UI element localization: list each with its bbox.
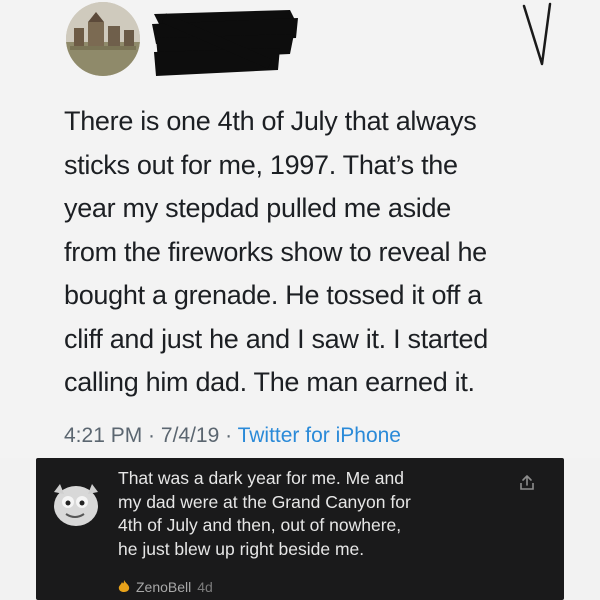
chevron-down-icon[interactable] (520, 0, 556, 72)
redacted-username (150, 4, 300, 82)
comment-time-ago: 4d (197, 579, 213, 595)
meta-separator: · (219, 424, 238, 447)
tweet-meta: 4:21 PM · 7/4/19 · Twitter for iPhone (64, 424, 401, 448)
tweet-card: There is one 4th of July that always sti… (0, 0, 600, 458)
profile-avatar[interactable] (66, 2, 140, 76)
tweet-time[interactable]: 4:21 PM (64, 424, 142, 447)
share-icon[interactable] (518, 474, 536, 492)
tweet-text: There is one 4th of July that always sti… (64, 106, 488, 397)
flame-icon (118, 580, 130, 594)
comment-avatar[interactable] (46, 476, 102, 532)
comment-footer: ZenoBell 4d (118, 579, 213, 595)
tweet-source-link[interactable]: Twitter for iPhone (238, 424, 401, 447)
meta-separator: · (142, 424, 161, 447)
tweet-date[interactable]: 7/4/19 (161, 424, 219, 447)
reddit-comment: That was a dark year for me. Me and my d… (36, 458, 564, 600)
comment-username[interactable]: ZenoBell (136, 579, 191, 595)
comment-text: That was a dark year for me. Me and my d… (118, 468, 411, 559)
